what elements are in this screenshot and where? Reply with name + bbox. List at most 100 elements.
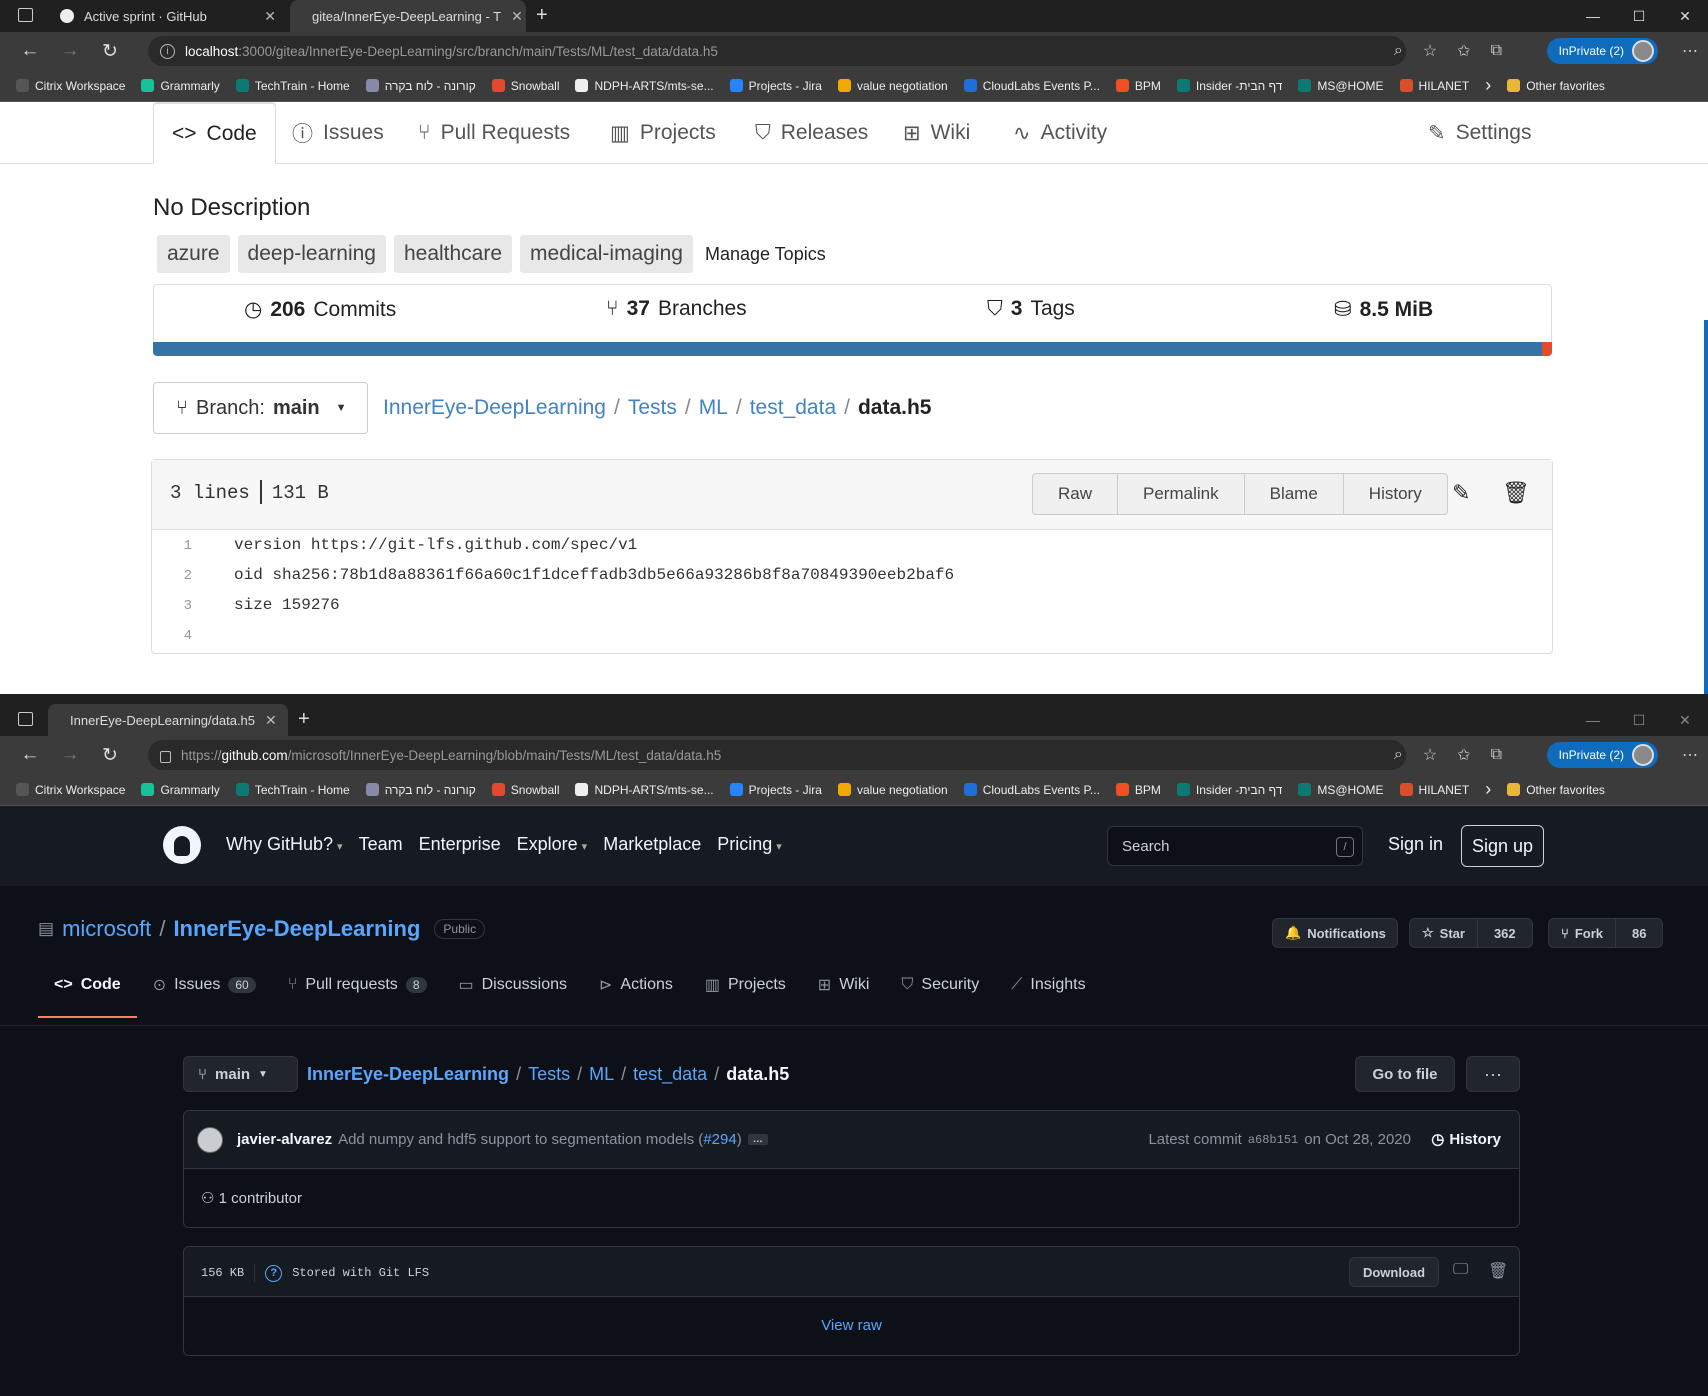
inprivate-button[interactable]: InPrivate (2)	[1546, 742, 1658, 768]
star-button[interactable]: ☆ Star 362	[1409, 918, 1533, 948]
bookmark-item[interactable]: HILANET	[1399, 783, 1469, 797]
tab-security[interactable]: ⛉ Security	[885, 964, 995, 1006]
breadcrumb-link[interactable]: Tests	[528, 1064, 570, 1085]
maximize-icon[interactable]: ☐	[1616, 704, 1662, 736]
bookmark-item[interactable]: Grammarly	[141, 79, 220, 93]
nav-why-github[interactable]: Why GitHub? ▾	[226, 834, 343, 855]
desktop-icon[interactable]: 🖵	[1453, 1261, 1468, 1279]
minimize-icon[interactable]: —	[1570, 704, 1616, 736]
url-field[interactable]: i localhost:3000/gitea/InnerEye-DeepLear…	[148, 36, 1406, 66]
download-button[interactable]: Download	[1349, 1257, 1439, 1287]
contributors-link[interactable]: ⚇ 1 contributor	[201, 1189, 302, 1207]
more-bookmarks-icon[interactable]: ›	[1485, 75, 1491, 96]
refresh-icon[interactable]: ↻	[90, 744, 130, 767]
close-window-icon[interactable]: ✕	[1662, 0, 1708, 32]
forward-icon[interactable]: →	[50, 744, 90, 766]
bookmark-item[interactable]: NDPH-ARTS/mts-se...	[575, 79, 714, 93]
tab-releases[interactable]: ⛉ Releases	[755, 102, 868, 164]
back-icon[interactable]: ←	[10, 744, 50, 766]
new-tab-icon[interactable]: +	[298, 708, 310, 731]
bookmark-item[interactable]: HILANET	[1399, 79, 1469, 93]
breadcrumb-link[interactable]: test_data	[750, 396, 836, 420]
pencil-icon[interactable]: ✎	[1452, 480, 1470, 506]
add-favorite-icon[interactable]: ☆	[1423, 745, 1437, 765]
manage-topics-link[interactable]: Manage Topics	[705, 244, 826, 265]
view-raw-link[interactable]: View raw	[184, 1317, 1519, 1334]
collections-icon[interactable]: ⧉	[1491, 42, 1502, 60]
favorites-icon[interactable]: ✩	[1457, 41, 1470, 61]
bookmark-item[interactable]: TechTrain - Home	[235, 79, 350, 93]
notifications-button[interactable]: 🔔 Notifications	[1272, 918, 1398, 948]
nav-team[interactable]: Team	[359, 834, 403, 855]
author-avatar[interactable]	[197, 1127, 223, 1153]
sign-up-button[interactable]: Sign up	[1461, 825, 1545, 867]
topic-tag[interactable]: healthcare	[393, 235, 513, 273]
bookmark-item[interactable]: TechTrain - Home	[235, 783, 350, 797]
tab-pull-requests[interactable]: ⑂ Pull requests 8	[272, 964, 443, 1006]
close-tab-icon[interactable]: ✕	[265, 712, 277, 729]
raw-button[interactable]: Raw	[1033, 474, 1119, 514]
bookmark-item[interactable]: value negotiation	[837, 79, 948, 93]
commit-author-link[interactable]: javier-alvarez	[237, 1131, 332, 1148]
commits-stat[interactable]: ◷ 206 Commits	[244, 297, 396, 322]
breadcrumb-link[interactable]: Tests	[628, 396, 677, 420]
search-input[interactable]: Search /	[1107, 826, 1363, 866]
tab-pull-requests[interactable]: ⑂ Pull Requests	[418, 102, 570, 164]
collections-icon[interactable]: ⧉	[1491, 746, 1502, 764]
topic-tag[interactable]: deep-learning	[237, 235, 386, 273]
blame-button[interactable]: Blame	[1245, 474, 1344, 514]
scrollbar[interactable]	[1704, 320, 1708, 694]
browser-tab[interactable]: Active sprint · GitHub ✕	[48, 0, 288, 32]
topic-tag[interactable]: medical-imaging	[520, 235, 693, 273]
tab-insights[interactable]: ⟋ Insights	[995, 964, 1101, 1006]
bookmark-item[interactable]: MS@HOME	[1298, 783, 1384, 797]
pr-link[interactable]: #294	[703, 1131, 736, 1148]
topic-tag[interactable]: azure	[157, 235, 230, 273]
settings-more-icon[interactable]: ⋯	[1682, 745, 1698, 765]
github-logo-icon[interactable]	[163, 826, 201, 864]
breadcrumb-link[interactable]: test_data	[633, 1064, 707, 1085]
fork-button[interactable]: ⑂ Fork 86	[1548, 918, 1664, 948]
expand-commit-button[interactable]: …	[747, 1134, 768, 1145]
tab-actions[interactable]: ⊳ Actions	[583, 964, 689, 1006]
bookmark-item[interactable]: Citrix Workspace	[16, 783, 125, 797]
bookmark-item[interactable]: BPM	[1115, 783, 1161, 797]
bookmark-item[interactable]: קורונה - לוח בקרה	[365, 783, 476, 797]
bookmark-item[interactable]: קורונה - לוח בקרה	[365, 79, 476, 93]
branches-stat[interactable]: ⑂ 37 Branches	[606, 297, 747, 321]
url-field[interactable]: https://github.com/microsoft/InnerEye-De…	[148, 740, 1406, 770]
refresh-icon[interactable]: ↻	[90, 40, 130, 63]
commit-sha-link[interactable]: a68b151	[1248, 1133, 1298, 1147]
bookmark-item[interactable]: Projects - Jira	[729, 79, 822, 93]
zoom-icon[interactable]: ⌕	[1394, 42, 1403, 60]
tab-settings[interactable]: ✎ Settings	[1428, 102, 1532, 164]
tab-projects[interactable]: ▥ Projects	[610, 102, 716, 164]
tab-discussions[interactable]: ▭ Discussions	[443, 964, 583, 1006]
bookmark-item[interactable]: CloudLabs Events P...	[963, 783, 1100, 797]
new-tab-icon[interactable]: +	[536, 4, 548, 27]
close-window-icon[interactable]: ✕	[1662, 704, 1708, 736]
bookmark-item[interactable]: Insider -דף הבית	[1176, 79, 1282, 93]
sign-in-link[interactable]: Sign in	[1388, 834, 1443, 855]
settings-more-icon[interactable]: ⋯	[1682, 41, 1698, 61]
zoom-icon[interactable]: ⌕	[1394, 746, 1403, 764]
nav-explore[interactable]: Explore ▾	[517, 834, 588, 855]
close-tab-icon[interactable]: ✕	[264, 8, 276, 25]
go-to-file-button[interactable]: Go to file	[1355, 1056, 1455, 1092]
tab-activity[interactable]: ∿ Activity	[1013, 102, 1107, 164]
maximize-icon[interactable]: ☐	[1616, 0, 1662, 32]
tab-issues[interactable]: ⊙ Issues 60	[137, 964, 272, 1006]
bookmark-item[interactable]: MS@HOME	[1298, 79, 1384, 93]
tab-projects[interactable]: ▥ Projects	[689, 964, 802, 1006]
close-tab-icon[interactable]: ✕	[511, 8, 523, 25]
commit-message-link[interactable]: Add numpy and hdf5 support to segmentati…	[338, 1131, 703, 1148]
breadcrumb-link[interactable]: InnerEye-DeepLearning	[307, 1064, 509, 1085]
other-favorites-folder[interactable]: Other favorites	[1507, 79, 1605, 93]
tab-wiki[interactable]: ⊞ Wiki	[802, 964, 886, 1006]
favorites-icon[interactable]: ✩	[1457, 745, 1470, 765]
back-icon[interactable]: ←	[10, 40, 50, 62]
trash-icon[interactable]: 🗑	[1502, 480, 1530, 506]
history-button[interactable]: History	[1344, 474, 1447, 514]
tags-stat[interactable]: ⛉ 3 Tags	[987, 297, 1075, 321]
bookmark-item[interactable]: Projects - Jira	[729, 783, 822, 797]
